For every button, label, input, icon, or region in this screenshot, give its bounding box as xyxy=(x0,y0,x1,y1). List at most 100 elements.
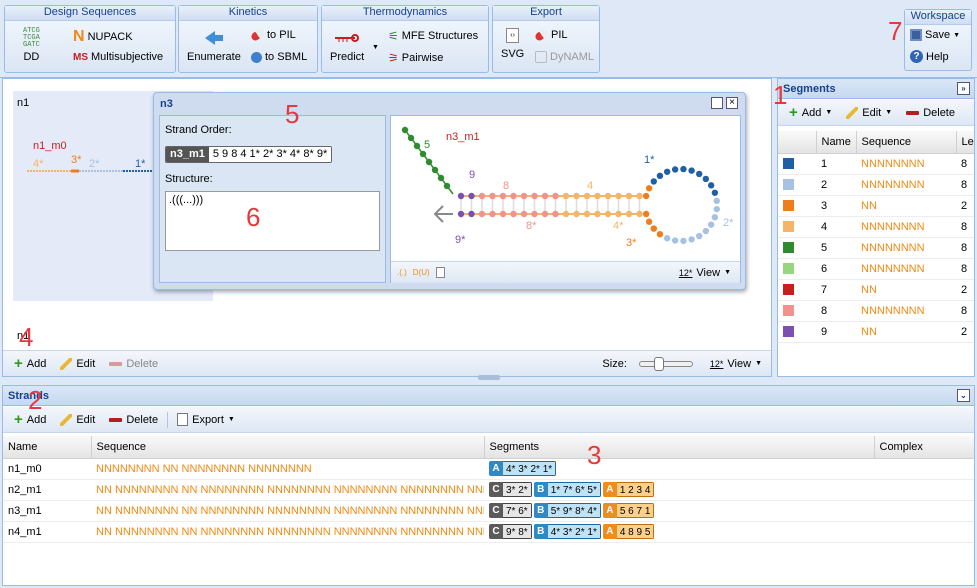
plus-icon: + xyxy=(14,354,23,372)
save-button[interactable]: Save ▼ xyxy=(910,29,960,41)
nucleotide xyxy=(680,237,687,245)
segment-chip[interactable]: B 4* 3* 2* 1* xyxy=(533,524,601,539)
add-button[interactable]: + Add ▼ xyxy=(784,105,837,120)
predict-button[interactable]: Predict xyxy=(330,28,364,63)
slider-thumb[interactable] xyxy=(653,356,664,371)
collapse-icon[interactable]: » xyxy=(957,82,970,95)
table-row[interactable]: n4_m1 NN NNNNNNNN NN NNNNNNNN NNNNNNNN N… xyxy=(3,521,974,543)
segment-chip[interactable]: A5 6 7 1 xyxy=(602,503,655,518)
segment-chip[interactable]: C 9* 8* xyxy=(489,524,532,539)
segment-chip[interactable]: A1 2 3 4 xyxy=(602,482,655,497)
dot-paren-icon[interactable]: .(.) xyxy=(397,268,407,277)
help-icon: ? xyxy=(910,50,923,63)
maximize-icon[interactable] xyxy=(711,97,723,109)
segment-chip[interactable]: B 5* 9* 8* 4* xyxy=(533,503,601,518)
annotation-3: 3 xyxy=(587,440,602,470)
chip-segments: 5 6 7 1 xyxy=(616,503,655,518)
pencil-icon xyxy=(846,106,859,119)
nucleotide xyxy=(656,230,664,238)
view-label: View xyxy=(696,266,721,279)
delete-button[interactable]: Delete xyxy=(104,414,163,426)
delete-button[interactable]: Delete xyxy=(901,107,960,119)
segments-column-header[interactable]: Segments xyxy=(484,436,875,459)
group-thermodynamics: Thermodynamics Predict ▼ ⚟ MFE Structure… xyxy=(321,5,489,73)
svg-export-icon[interactable] xyxy=(435,267,445,278)
table-row[interactable]: 1 NNNNNNNN 8 xyxy=(778,153,974,175)
pill-icon xyxy=(249,27,266,43)
sequence-column-header[interactable]: Sequence xyxy=(856,131,957,154)
complex-window[interactable]: n3 × Strand Order: n3_m1 5 9 8 4 1* 2* 3… xyxy=(153,92,746,290)
table-row[interactable]: 5 NNNNNNNN 8 xyxy=(778,237,974,259)
group-title: Design Sequences xyxy=(5,6,175,21)
table-row[interactable]: 8 NNNNNNNN 8 xyxy=(778,300,974,322)
table-row[interactable]: n1_m0 NNNNNNNN NN NNNNNNNN NNNNNNNN A 4* … xyxy=(3,458,974,480)
nupack-button[interactable]: N NUPACK xyxy=(73,28,133,46)
du-plus-icon[interactable]: D(U) xyxy=(413,268,430,277)
svg-button[interactable]: ‹› SVG xyxy=(501,28,524,60)
dd-button[interactable]: ATCG TCGA GATC DD xyxy=(23,28,40,64)
table-row[interactable]: 4 NNNNNNNN 8 xyxy=(778,216,974,238)
enumerate-button[interactable]: Enumerate xyxy=(187,28,241,63)
table-row[interactable]: n2_m1 NN NNNNNNNN NN NNNNNNNN NNNNNNNN N… xyxy=(3,479,974,501)
table-row[interactable]: n3_m1 NN NNNNNNNN NN NNNNNNNN NNNNNNNN N… xyxy=(3,500,974,522)
segment-chip[interactable]: C 3* 2* xyxy=(489,482,532,497)
close-icon[interactable]: × xyxy=(726,97,738,109)
segment-sequence-cell: NN xyxy=(856,195,956,217)
help-button[interactable]: ? Help xyxy=(910,50,949,63)
pil-button[interactable]: PIL xyxy=(533,27,568,43)
segment-chip[interactable]: A 4* 3* 2* 1* xyxy=(489,461,557,476)
splitter-handle[interactable] xyxy=(478,375,500,380)
size-slider[interactable] xyxy=(638,356,693,371)
predict-dropdown-icon[interactable]: ▼ xyxy=(372,44,379,51)
nucleotide xyxy=(625,192,633,200)
mfe-structures-button[interactable]: ⚟ MFE Structures xyxy=(388,29,478,43)
seg-label-1s: 1* xyxy=(644,154,655,166)
name-column-header[interactable]: Name xyxy=(3,436,92,459)
to-sbml-button[interactable]: to SBML xyxy=(251,51,307,63)
panel-splitter[interactable] xyxy=(772,78,777,377)
view-icon: 12* xyxy=(709,358,724,369)
export-button[interactable]: Export ▼ xyxy=(172,413,240,426)
table-row[interactable]: 2 NNNNNNNN 8 xyxy=(778,174,974,196)
table-row[interactable]: 9 NN 2 xyxy=(778,321,974,343)
to-pil-button[interactable]: to PIL xyxy=(249,27,296,43)
strand-order-chip[interactable]: n3_m1 5 9 8 4 1* 2* 3* 4* 8* 9* xyxy=(165,146,333,163)
edit-button[interactable]: Edit xyxy=(55,357,100,370)
segment-color-cell xyxy=(778,321,816,343)
length-column-header[interactable]: Len xyxy=(956,131,974,154)
add-button[interactable]: + Add xyxy=(9,354,51,372)
enumerate-icon xyxy=(204,31,223,45)
view-menu-button[interactable]: 12* View ▼ xyxy=(705,358,767,370)
nucleotide xyxy=(702,175,710,183)
name-column-header[interactable]: Name xyxy=(816,131,857,154)
color-swatch xyxy=(783,326,794,338)
structure-input[interactable]: .(((...))) xyxy=(165,191,380,251)
edit-button[interactable]: Edit xyxy=(55,413,100,426)
collapse-icon[interactable]: ⌄ xyxy=(957,389,970,402)
segment-sequence-cell: NNNNNNNN xyxy=(856,258,956,280)
segment-chip[interactable]: B 1* 7* 6* 5* xyxy=(533,482,601,497)
strand-name: n1_m0 xyxy=(33,140,67,152)
pairwise-label: Pairwise xyxy=(401,52,444,64)
to-sbml-label: to SBML xyxy=(265,51,308,63)
pairwise-button[interactable]: ⚞ Pairwise xyxy=(388,51,443,65)
edit-button[interactable]: Edit ▼ xyxy=(841,106,897,119)
strands-panel: Strands ⌄ + Add Edit Delete Export ▼ Name … xyxy=(2,385,975,586)
table-row[interactable]: 6 NNNNNNNN 8 xyxy=(778,258,974,280)
table-row[interactable]: 3 NN 2 xyxy=(778,195,974,217)
annotation-1: 1 xyxy=(773,80,788,110)
sequence-column-header[interactable]: Sequence xyxy=(91,436,485,459)
pencil-icon xyxy=(60,357,73,370)
strand-sequence-cell: NN NNNNNNNN NN NNNNNNNN NNNNNNNN NNNNNNN… xyxy=(91,500,484,522)
dynaml-button[interactable]: DyNAML xyxy=(535,51,594,63)
diagram-view-button[interactable]: 12* View ▼ xyxy=(674,267,736,279)
delete-button[interactable]: Delete xyxy=(104,358,163,370)
segment-chip[interactable]: A4 8 9 5 xyxy=(602,524,655,539)
segment-chip[interactable]: C 7* 6* xyxy=(489,503,532,518)
multisubjective-button[interactable]: MS Multisubjective xyxy=(73,51,163,63)
segment-length-cell: 8 xyxy=(956,258,974,280)
table-row[interactable]: 7 NN 2 xyxy=(778,279,974,301)
strand-complex-cell xyxy=(874,479,974,501)
complex-column-header[interactable]: Complex xyxy=(874,436,974,459)
strand-order-pane: Strand Order: n3_m1 5 9 8 4 1* 2* 3* 4* … xyxy=(159,115,386,283)
